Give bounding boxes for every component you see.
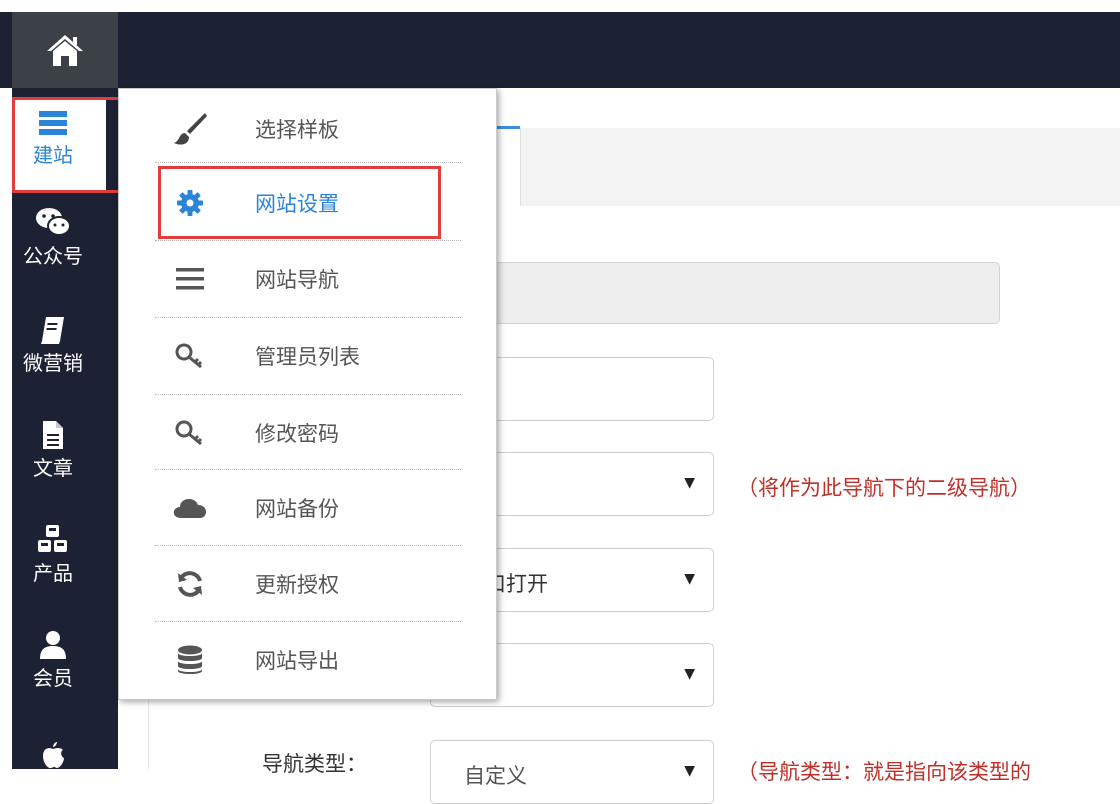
refresh-icon [155, 570, 225, 598]
sidebar-item-label: 产品 [33, 561, 73, 585]
caret-down-icon: ▼ [684, 571, 695, 587]
sidebar-item-label: 公众号 [23, 244, 83, 268]
nav-type-hint: （导航类型：就是指向该类型的 [737, 760, 1031, 784]
menu-item-choose-template[interactable]: 选择样板 [155, 91, 461, 167]
apple-icon [40, 725, 66, 769]
key-icon [155, 343, 225, 369]
menu-item-label: 更新授权 [255, 573, 339, 597]
menu-item-site-export[interactable]: 网站导出 [155, 622, 461, 698]
sidebar-item-product[interactable]: 产品 [0, 515, 106, 615]
top-header [0, 12, 1120, 88]
sidebar-item-marketing[interactable]: 微营销 [0, 305, 106, 405]
menu-item-admin-list[interactable]: 管理员列表 [155, 318, 461, 394]
wechat-icon [35, 198, 71, 238]
menu-item-label: 网站备份 [255, 497, 339, 521]
menu-item-label: 修改密码 [255, 422, 339, 446]
nav-type-select[interactable]: 自定义 ▼ [430, 740, 714, 804]
menu-item-label: 选择样板 [255, 118, 339, 142]
caret-down-icon: ▼ [684, 475, 695, 491]
home-icon [47, 35, 83, 66]
menu-item-site-nav[interactable]: 网站导航 [155, 241, 461, 317]
menu-item-label: 网站导出 [255, 649, 339, 673]
cloud-icon [155, 497, 225, 519]
menu-divider [155, 162, 461, 163]
active-tab-indicator [497, 126, 520, 129]
user-icon [39, 620, 67, 660]
key-icon [155, 420, 225, 446]
document-icon [41, 410, 65, 450]
tab-bar [520, 128, 1120, 207]
cubes-icon [36, 515, 70, 555]
caret-down-icon: ▼ [684, 666, 695, 682]
nav-type-label: 导航类型： [262, 752, 367, 776]
caret-down-icon: ▼ [684, 763, 695, 779]
sidebar-item-member[interactable]: 会员 [0, 620, 106, 720]
book-icon [40, 305, 66, 345]
sidebar-item-label: 会员 [33, 666, 73, 690]
menu-item-change-password[interactable]: 修改密码 [155, 395, 461, 471]
menu-item-update-license[interactable]: 更新授权 [155, 546, 461, 622]
menu-item-label: 网站导航 [255, 268, 339, 292]
sidebar-item-label: 微营销 [23, 351, 83, 375]
sidebar-item-article[interactable]: 文章 [0, 410, 106, 510]
bars-icon [155, 268, 225, 290]
highlight-box-menu [158, 166, 441, 239]
parent-nav-hint: （将作为此导航下的二级导航） [737, 476, 1031, 500]
sidebar-item-label: 文章 [33, 456, 73, 480]
select-value: 自定义 [464, 764, 527, 788]
paintbrush-icon [155, 111, 225, 147]
sidebar-item-apple[interactable] [0, 725, 106, 769]
menu-item-label: 管理员列表 [255, 345, 360, 369]
home-button[interactable] [12, 12, 118, 88]
menu-item-site-backup[interactable]: 网站备份 [155, 470, 461, 546]
database-icon [155, 645, 225, 675]
readonly-input[interactable] [430, 262, 1000, 324]
sidebar-item-wechat[interactable]: 公众号 [0, 198, 106, 298]
